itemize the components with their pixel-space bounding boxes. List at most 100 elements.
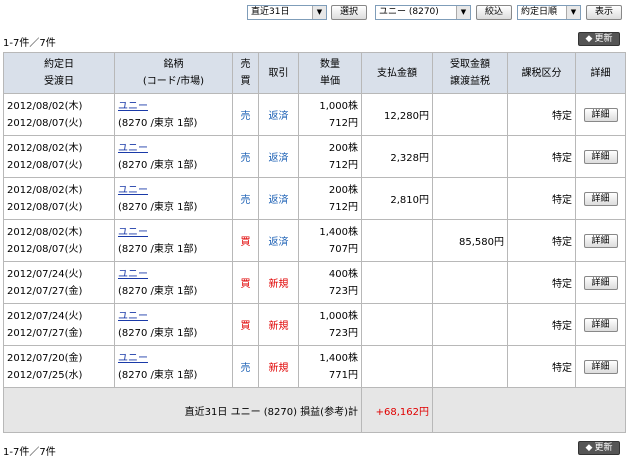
refresh-button[interactable]: ◆ 更新 — [578, 32, 620, 46]
date-cell: 2012/08/02(木) 2012/08/07(火) — [3, 219, 115, 262]
chevron-down-icon: ▼ — [312, 6, 326, 19]
qty-cell: 1,000株 723円 — [298, 303, 362, 346]
quantity: 200株 — [328, 142, 358, 154]
receipt-cell — [432, 345, 508, 388]
detail-cell: 詳細 — [575, 303, 626, 346]
receipt-cell — [432, 93, 508, 136]
issue-link[interactable]: ユニー — [118, 269, 148, 280]
issue-link[interactable]: ユニー — [118, 227, 148, 238]
sort-select[interactable]: 約定日順 ▼ — [517, 5, 581, 20]
tax-class-cell: 特定 — [507, 93, 576, 136]
side-cell: 買 — [232, 303, 259, 346]
trade-type-cell: 返済 — [258, 93, 299, 136]
narrow-button[interactable]: 絞込 — [476, 5, 512, 20]
trade-date: 2012/07/24(火) — [7, 310, 83, 322]
unit-price: 712円 — [328, 201, 358, 213]
trade-type-cell: 返済 — [258, 135, 299, 178]
total-pnl-value: +68,162円 — [361, 387, 433, 433]
payment-cell — [361, 261, 433, 304]
tax-class-cell: 特定 — [507, 345, 576, 388]
table-row: 2012/08/02(木) 2012/08/07(火) ユニー (8270 /東京 1… — [3, 135, 626, 178]
period-select-value: 直近31日 — [251, 7, 290, 17]
detail-button[interactable]: 詳細 — [583, 107, 618, 122]
trade-date: 2012/07/24(火) — [7, 268, 83, 280]
refresh-label: 更新 — [594, 34, 613, 44]
issue-code: (8270 /東京 1部) — [118, 117, 198, 129]
payment-cell — [361, 345, 433, 388]
receipt-cell — [432, 261, 508, 304]
issue-cell: ユニー (8270 /東京 1部) — [114, 219, 233, 262]
issue-link[interactable]: ユニー — [118, 353, 148, 364]
issue-code: (8270 /東京 1部) — [118, 159, 198, 171]
trade-date: 2012/07/20(金) — [7, 352, 83, 364]
issue-cell: ユニー (8270 /東京 1部) — [114, 303, 233, 346]
payment-cell — [361, 303, 433, 346]
col-header-trade: 取引 — [258, 52, 299, 94]
date-cell: 2012/08/02(木) 2012/08/07(火) — [3, 177, 115, 220]
detail-button[interactable]: 詳細 — [583, 233, 618, 248]
select-button[interactable]: 選択 — [331, 5, 367, 20]
table-row: 2012/07/24(火) 2012/07/27(金) ユニー (8270 /東京 1… — [3, 303, 626, 346]
issue-link[interactable]: ユニー — [118, 101, 148, 112]
table-row: 2012/07/20(金) 2012/07/25(水) ユニー (8270 /東京 1… — [3, 345, 626, 388]
qty-cell: 200株 712円 — [298, 135, 362, 178]
total-label: 直近31日 ユニー (8270) 損益(参考)計 — [3, 387, 362, 433]
refresh-icon: ◆ — [585, 443, 593, 453]
show-button[interactable]: 表示 — [586, 5, 622, 20]
issue-cell: ユニー (8270 /東京 1部) — [114, 135, 233, 178]
result-count: 1-7件／7件 — [3, 38, 56, 49]
trade-type-cell: 新規 — [258, 303, 299, 346]
side-cell: 売 — [232, 177, 259, 220]
qty-cell: 1,400株 771円 — [298, 345, 362, 388]
stock-select[interactable]: ユニー (8270) ▼ — [375, 5, 471, 20]
receipt-cell — [432, 303, 508, 346]
issue-code: (8270 /東京 1部) — [118, 243, 198, 255]
tax-class-cell: 特定 — [507, 177, 576, 220]
settle-date: 2012/08/07(火) — [7, 201, 83, 213]
issue-link[interactable]: ユニー — [118, 185, 148, 196]
col-header-tax-class: 課税区分 — [507, 52, 576, 94]
period-select[interactable]: 直近31日 ▼ — [247, 5, 327, 20]
side-cell: 買 — [232, 261, 259, 304]
side-cell: 売 — [232, 345, 259, 388]
chevron-down-icon: ▼ — [566, 6, 580, 19]
trade-type-cell: 返済 — [258, 219, 299, 262]
detail-button[interactable]: 詳細 — [583, 149, 618, 164]
detail-button[interactable]: 詳細 — [583, 317, 618, 332]
table-row: 2012/08/02(木) 2012/08/07(火) ユニー (8270 /東京 1… — [3, 219, 626, 262]
issue-cell: ユニー (8270 /東京 1部) — [114, 93, 233, 136]
unit-price: 712円 — [328, 159, 358, 171]
date-cell: 2012/07/24(火) 2012/07/27(金) — [3, 261, 115, 304]
side-cell: 売 — [232, 135, 259, 178]
detail-button[interactable]: 詳細 — [583, 191, 618, 206]
col-header-detail: 詳細 — [575, 52, 626, 94]
detail-cell: 詳細 — [575, 93, 626, 136]
refresh-button-bottom[interactable]: ◆ 更新 — [578, 441, 620, 455]
tax-class-cell: 特定 — [507, 261, 576, 304]
trade-date: 2012/08/02(木) — [7, 142, 83, 154]
detail-button[interactable]: 詳細 — [583, 275, 618, 290]
quantity: 1,400株 — [319, 352, 358, 364]
quantity: 1,400株 — [319, 226, 358, 238]
date-cell: 2012/08/02(木) 2012/08/07(火) — [3, 135, 115, 178]
detail-button[interactable]: 詳細 — [583, 359, 618, 374]
refresh-label: 更新 — [594, 443, 613, 453]
settle-date: 2012/08/07(火) — [7, 159, 83, 171]
issue-link[interactable]: ユニー — [118, 311, 148, 322]
trade-type-cell: 新規 — [258, 261, 299, 304]
settle-date: 2012/08/07(火) — [7, 117, 83, 129]
payment-cell: 2,328円 — [361, 135, 433, 178]
issue-code: (8270 /東京 1部) — [118, 327, 198, 339]
issue-link[interactable]: ユニー — [118, 143, 148, 154]
trade-type-cell: 返済 — [258, 177, 299, 220]
settle-date: 2012/08/07(火) — [7, 243, 83, 255]
issue-cell: ユニー (8270 /東京 1部) — [114, 177, 233, 220]
col-header-issue: 銘柄 (コード/市場) — [114, 52, 233, 94]
tax-class-cell: 特定 — [507, 135, 576, 178]
table-row: 2012/08/02(木) 2012/08/07(火) ユニー (8270 /東京 1… — [3, 177, 626, 220]
date-cell: 2012/07/24(火) 2012/07/27(金) — [3, 303, 115, 346]
quantity: 1,000株 — [319, 100, 358, 112]
unit-price: 707円 — [328, 243, 358, 255]
chevron-down-icon: ▼ — [456, 6, 470, 19]
trade-history-table: 約定日 受渡日 銘柄 (コード/市場) 売買 取引 数量 単価 支払金額 受取金額 譲渡… — [3, 52, 626, 433]
